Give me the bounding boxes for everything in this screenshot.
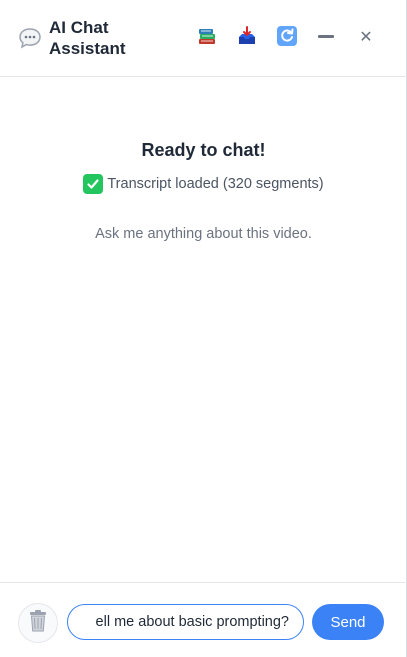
close-button[interactable]: ✕ (354, 26, 378, 50)
ready-title: Ready to chat! (141, 140, 266, 160)
send-button[interactable]: Send (312, 604, 384, 640)
chat-window: AI Chat Assistant ✕ Ready to chat! Trans… (0, 0, 407, 657)
inbox-tray-icon (236, 25, 258, 52)
check-mark-icon (83, 174, 104, 194)
close-icon: ✕ (359, 29, 373, 46)
chat-area: Ready to chat! Transcript loaded (320 se… (0, 77, 407, 582)
refresh-icon (276, 25, 298, 52)
transcript-status: Transcript loaded (320 segments) (0, 174, 407, 194)
app-title: AI Chat Assistant (49, 18, 126, 58)
books-icon (196, 25, 218, 52)
hint-text: Ask me anything about this video. (95, 226, 312, 242)
refresh-button[interactable] (275, 25, 299, 52)
message-input[interactable] (67, 604, 304, 640)
header: AI Chat Assistant ✕ (0, 0, 407, 77)
trash-icon (27, 609, 49, 638)
minimize-button[interactable] (314, 26, 338, 50)
clear-chat-button[interactable] (18, 603, 58, 643)
composer: Send (0, 582, 407, 657)
transcript-status-text: Transcript loaded (320 segments) (107, 176, 324, 192)
speech-bubble-icon (18, 26, 42, 50)
history-button[interactable] (195, 26, 219, 50)
minimize-icon (317, 27, 335, 50)
export-button[interactable] (235, 25, 259, 52)
